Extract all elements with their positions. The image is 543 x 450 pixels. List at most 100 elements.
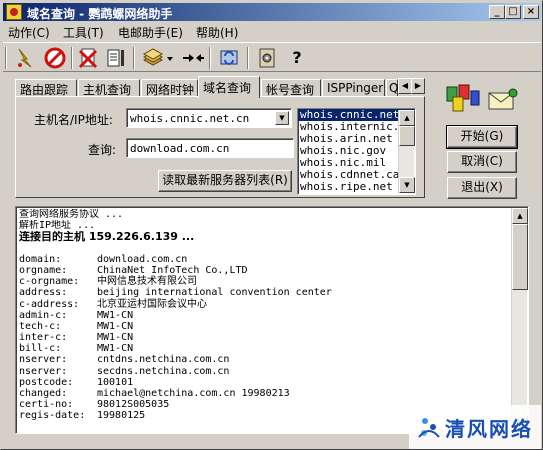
minimize-button[interactable]: _ (489, 5, 505, 19)
domain-lookup-panel: 主机名/IP地址: whois.cnnic.net.cn ▼ 查询: downl… (15, 96, 425, 198)
whois-record: inter-c: MW1-CN (19, 332, 509, 343)
menu-action[interactable]: 动作(C) (8, 24, 50, 41)
record-value: MW1-CN (97, 309, 134, 321)
output-scrollbar[interactable]: ▲ ▼ (511, 208, 528, 432)
whois-record: changed: michael@netchina.com.cn 19980213 (19, 388, 509, 399)
record-value: download.com.cn (97, 253, 188, 265)
host-value: whois.cnnic.net.cn (130, 112, 250, 125)
tab-isppinger[interactable]: ISPPinger (322, 79, 385, 97)
menu-help[interactable]: 帮助(H) (196, 24, 238, 41)
server-list-scrollbar[interactable]: ▲ ▼ (398, 110, 415, 193)
record-value: 98012S005035 (97, 399, 170, 411)
whois-record: address: beijing international convention… (19, 287, 509, 298)
record-value: 100101 (97, 376, 134, 388)
whois-record: tech-c: MW1-CN (19, 321, 509, 332)
record-key: inter-c: (19, 332, 68, 344)
record-key: certi-no: (19, 399, 74, 411)
tab-scroll-right[interactable]: ▶ (411, 78, 425, 94)
tab-account-lookup[interactable]: 帐号查询 (261, 79, 321, 97)
scroll-up-icon[interactable]: ▲ (512, 208, 528, 224)
query-label: 查询: (88, 143, 117, 157)
toolbar-separator (133, 47, 135, 69)
record-key: bill-c: (19, 343, 62, 355)
record-value: ChinaNet InfoTech Co.,LTD (97, 264, 248, 276)
watermark-logo-icon (415, 411, 443, 441)
toolbar-separator (247, 47, 249, 69)
record-value: 19980125 (97, 410, 146, 422)
maximize-button[interactable]: □ (505, 5, 521, 19)
record-value: MW1-CN (97, 332, 134, 344)
record-key: address: (19, 287, 68, 299)
toolbar-separator (209, 47, 211, 69)
watermark-text: 清风网络 (445, 417, 533, 441)
record-key: nserver: (19, 354, 68, 366)
title-bar[interactable]: 域名查询 - 鹦鹉螺网络助手 _ □ × (3, 3, 541, 21)
tab-scroll-left[interactable]: ◀ (398, 78, 412, 94)
toolbar: ? (3, 42, 541, 72)
network-computers-icon (445, 83, 481, 113)
whois-record: admin-c: MW1-CN (19, 310, 509, 321)
whois-record: c-orgname: 中网信息技术有限公司 (19, 276, 509, 287)
scroll-up-icon[interactable]: ▲ (399, 110, 415, 126)
lightning-icon[interactable] (13, 46, 37, 70)
status-line: 解析IP地址 ... (19, 220, 96, 232)
query-input[interactable]: download.com.cn (126, 138, 294, 158)
delete-icon[interactable] (77, 46, 101, 70)
record-key: regis-date: (19, 410, 86, 422)
whois-record: orgname: ChinaNet InfoTech Co.,LTD (19, 265, 509, 276)
output-text: 查询网络服务协议 ... 解析IP地址 ... 连接目的主机 159.226.6… (19, 209, 509, 422)
tab-bar: 路由跟踪 主机查询 网络时钟 域名查询 帐号查询 ISPPinger Q ◀ ▶ (15, 76, 425, 98)
main-window: 域名查询 - 鹦鹉螺网络助手 _ □ × 动作(C) 工具(T) 电邮助手(E)… (0, 0, 543, 450)
record-value: 北京亚运村国际会议中心 (97, 298, 207, 310)
menu-tools[interactable]: 工具(T) (63, 24, 104, 41)
toolbar-grip (5, 47, 7, 69)
tab-traceroute[interactable]: 路由跟踪 (15, 79, 77, 97)
settings-icon[interactable] (255, 46, 279, 70)
record-key: tech-c: (19, 320, 62, 332)
record-value: MW1-CN (97, 343, 134, 355)
status-line: 查询网络服务协议 ... (19, 209, 124, 220)
start-button[interactable]: 开始(G) (446, 125, 518, 149)
menu-bar: 动作(C) 工具(T) 电邮助手(E) 帮助(H) (3, 22, 541, 41)
whois-record: nserver: secdns.netchina.com.cn (19, 366, 509, 377)
exit-button[interactable]: 退出(X) (447, 177, 517, 199)
record-key: orgname: (19, 264, 68, 276)
database-icon[interactable] (141, 46, 165, 70)
record-key: c-address: (19, 298, 80, 310)
export-icon[interactable] (105, 46, 129, 70)
tab-domain-lookup[interactable]: 域名查询 (198, 76, 260, 98)
read-server-list-button[interactable]: 读取最新服务器列表(R) (158, 170, 292, 192)
host-label: 主机名/IP地址: (34, 113, 113, 127)
whois-record: postcode: 100101 (19, 377, 509, 388)
watermark: 清风网络 (409, 405, 541, 449)
host-combobox[interactable]: whois.cnnic.net.cn ▼ (126, 108, 292, 128)
record-value: beijing international convention center (97, 287, 332, 299)
window-title: 域名查询 - 鹦鹉螺网络助手 (27, 7, 173, 21)
output-panel[interactable]: 查询网络服务协议 ... 解析IP地址 ... 连接目的主机 159.226.6… (15, 206, 529, 434)
record-key: admin-c: (19, 309, 68, 321)
record-key: postcode: (19, 376, 74, 388)
cancel-button[interactable]: 取消(C) (447, 151, 517, 173)
menu-email-helper[interactable]: 电邮助手(E) (118, 24, 183, 41)
chevron-down-icon[interactable]: ▼ (275, 111, 289, 125)
help-icon[interactable]: ? (285, 46, 309, 70)
refresh-icon[interactable] (217, 46, 241, 70)
close-button[interactable]: × (523, 5, 539, 19)
tab-network-clock[interactable]: 网络时钟 (141, 79, 198, 97)
whois-record: c-address: 北京亚运村国际会议中心 (19, 299, 509, 310)
dropdown-arrow-icon[interactable] (165, 46, 175, 70)
mail-icon (487, 87, 519, 113)
whois-record: nserver: cntdns.netchina.com.cn (19, 354, 509, 365)
server-listbox[interactable]: whois.cnnic.net whois.internic.n whois.a… (297, 108, 416, 195)
connect-icon[interactable] (181, 46, 205, 70)
tab-host-lookup[interactable]: 主机查询 (78, 79, 140, 97)
stop-icon[interactable] (43, 46, 67, 70)
status-line: 连接目的主机 159.226.6.139 ... (19, 231, 195, 243)
tab-more[interactable]: Q (386, 79, 398, 97)
scroll-thumb[interactable] (512, 224, 528, 290)
record-key: nserver: (19, 365, 68, 377)
scroll-down-icon[interactable]: ▼ (399, 177, 415, 193)
record-value: MW1-CN (97, 320, 134, 332)
scroll-thumb[interactable] (399, 126, 415, 146)
